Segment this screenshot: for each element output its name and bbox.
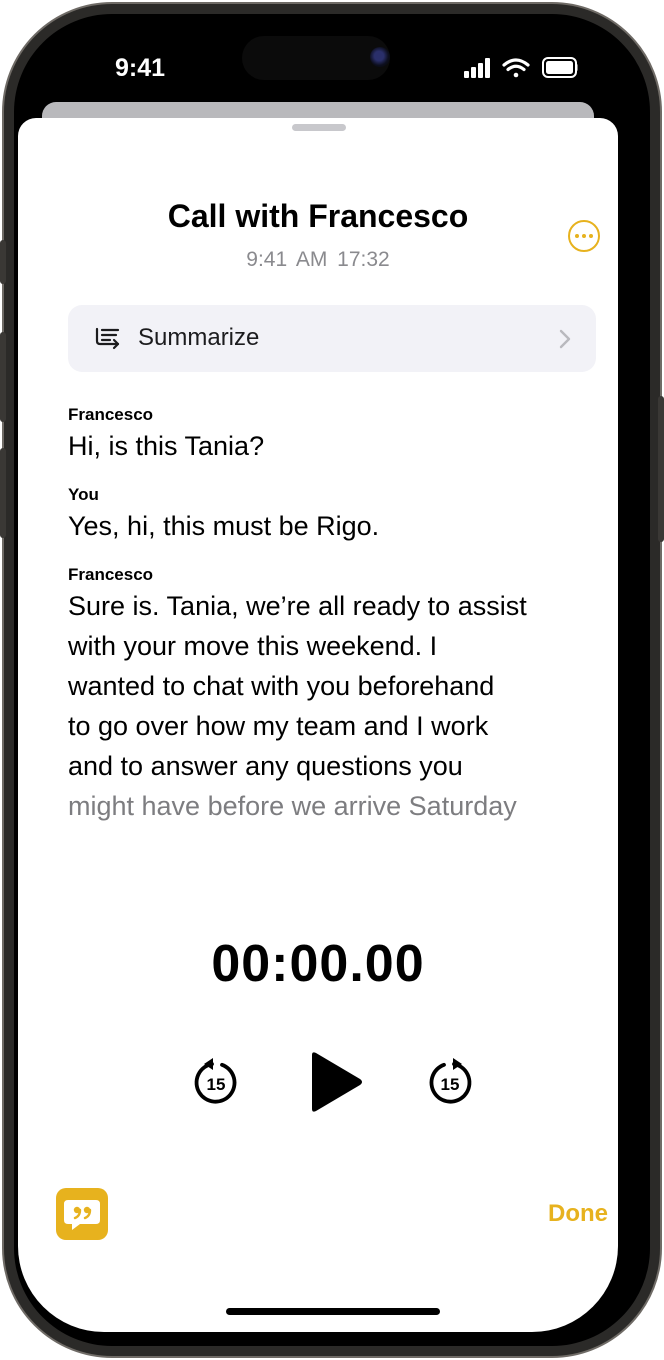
ellipsis-dot [589,234,593,238]
quote-bubble-icon [64,1200,100,1230]
goforward-15-icon: 15 [429,1058,472,1104]
transcript-toggle-button[interactable] [56,1188,108,1240]
transcript-entry: Francesco Sure is. Tania, we’re all read… [68,564,608,826]
call-transcript-sheet: Call with Francesco 9:41 AM 17:32 Summar… [18,118,618,1332]
speaker-name: Francesco [68,565,154,584]
summarize-list-icon [95,327,120,350]
call-duration: 17:32 [337,248,390,271]
status-time: 9:41 [114,54,166,82]
utterance-line: wanted to chat with you beforehand [68,671,495,701]
summarize-button[interactable]: Summarize [68,305,596,372]
utterance-text: Yes, hi, this must be Rigo. [68,511,380,541]
skip-forward-button[interactable]: 15 [425,1058,475,1108]
transcript-entry: You Yes, hi, this must be Rigo. [68,484,608,546]
utterance-line: Sure is. Tania, we’re all ready to assis… [68,591,527,621]
skip-forward-seconds: 15 [441,1075,460,1094]
chevron-right-icon [559,329,571,349]
speaker-name: Francesco [68,405,154,424]
playback-timer: 00:00.00 [211,935,425,993]
utterance-text: Hi, is this Tania? [68,431,265,461]
home-indicator[interactable] [226,1308,440,1315]
action-button [0,240,6,284]
transcript-entry: Francesco Hi, is this Tania? [68,404,608,466]
utterance-line: to go over how my team and I work [68,711,489,741]
sheet-grabber[interactable] [292,124,346,131]
camera-icon [370,47,390,67]
ellipsis-dot [582,234,586,238]
status-icons [448,56,580,80]
done-button[interactable]: Done [528,1200,608,1228]
page-title: Call with Francesco [167,198,469,234]
gobackward-15-icon: 15 [194,1058,237,1104]
summarize-label: Summarize [138,324,260,351]
utterance-text: Sure is. Tania, we’re all ready to assis… [68,586,608,826]
play-icon [312,1052,362,1112]
power-button [658,396,664,542]
skip-back-seconds: 15 [207,1075,226,1094]
cellular-signal-icon [464,58,490,78]
utterance-line: and to answer any questions you [68,751,463,781]
call-meta: 9:41 AM 17:32 [18,248,618,272]
speaker-name: You [68,485,99,504]
more-options-button[interactable] [568,220,600,252]
play-button[interactable] [306,1051,364,1113]
call-time: 9:41 AM [246,248,328,271]
dynamic-island [242,36,390,80]
utterance-line: might have before we arrive Saturday [68,791,517,821]
volume-up-button [0,332,6,422]
battery-icon [542,57,580,78]
ellipsis-circle-icon [575,234,579,238]
utterance-line: with your move this weekend. I [68,631,438,661]
skip-back-button[interactable]: 15 [191,1058,241,1108]
wifi-icon [502,58,530,78]
transcript: Francesco Hi, is this Tania? You Yes, hi… [68,404,608,844]
volume-down-button [0,448,6,538]
